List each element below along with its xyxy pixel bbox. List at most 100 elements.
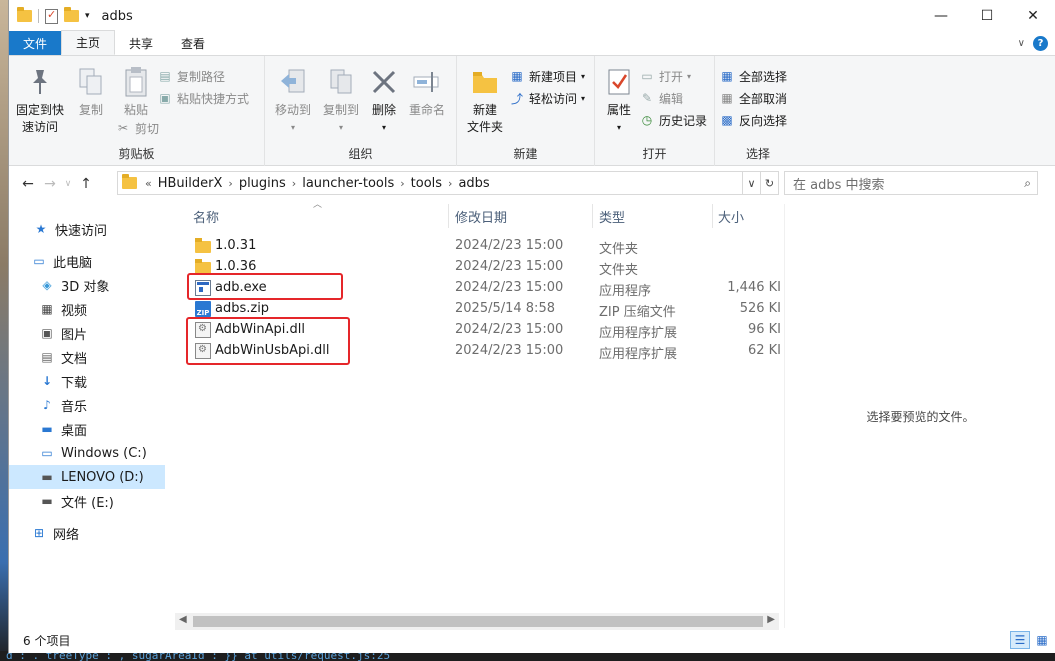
close-button[interactable]: ✕ [1010, 0, 1055, 32]
nav-downloads[interactable]: ↓ 下载 [9, 369, 165, 393]
forward-arrow-icon[interactable]: → [39, 176, 61, 192]
folder-icon [195, 238, 211, 253]
history-button[interactable]: ◷ 历史记录 [639, 110, 707, 130]
tab-share[interactable]: 共享 [115, 31, 167, 55]
nav-pictures[interactable]: ▣ 图片 [9, 321, 165, 345]
column-header-name[interactable]: 名称 [193, 204, 219, 228]
zip-file-icon: ZIP [195, 301, 211, 317]
quick-access-toolbar: ▾ [9, 7, 90, 24]
scroll-left-arrow-icon[interactable]: ◀ [179, 614, 187, 625]
nav-this-pc[interactable]: ▭ 此电脑 [9, 249, 165, 273]
details-view-icon[interactable]: ☰ [1010, 631, 1030, 649]
breadcrumb-separator-icon[interactable]: › [400, 177, 404, 190]
tab-home[interactable]: 主页 [61, 30, 116, 55]
search-input[interactable]: 在 adbs 中搜索 [793, 174, 885, 193]
refresh-icon[interactable]: ↻ [761, 171, 779, 195]
select-none-button[interactable]: ▦ 全部取消 [719, 88, 787, 108]
breadcrumb-hbuilderx[interactable]: HBuilderX [158, 176, 223, 191]
status-bar: 6 个项目 ☰ ▦ [9, 628, 1055, 653]
nav-music[interactable]: ♪ 音乐 [9, 393, 165, 417]
large-icons-view-icon[interactable]: ▦ [1032, 631, 1052, 649]
breadcrumb-plugins[interactable]: plugins [239, 176, 286, 191]
easy-access-button[interactable]: ⤴ 轻松访问 ▾ [509, 88, 585, 108]
sort-ascending-icon: ︿ [313, 200, 323, 210]
scroll-right-arrow-icon[interactable]: ▶ [767, 614, 775, 625]
file-row[interactable]: 1.0.31 2024/2/23 15:00 文件夹 [175, 236, 779, 257]
back-arrow-icon[interactable]: ← [17, 176, 39, 192]
navigation-bar: ← → ∨ ↑ « HBuilderX › plugins › launcher… [9, 167, 1055, 201]
breadcrumb-separator-icon[interactable]: › [448, 177, 452, 190]
new-folder-icon[interactable] [64, 7, 79, 22]
pin-icon [24, 66, 56, 98]
nav-quick-access[interactable]: ★ 快速访问 [9, 217, 165, 241]
delete-x-icon [368, 66, 400, 98]
nav-desktop[interactable]: ▬ 桌面 [9, 417, 165, 441]
pictures-icon: ▣ [41, 326, 53, 340]
computer-icon: ▭ [33, 254, 45, 268]
video-film-icon: ▦ [41, 302, 53, 316]
select-group: ▦ 全部选择 ▦ 全部取消 ▩ 反向选择 选择 [715, 56, 801, 166]
address-bar[interactable]: « HBuilderX › plugins › launcher-tools ›… [117, 171, 743, 195]
select-all-button[interactable]: ▦ 全部选择 [719, 66, 787, 86]
select-none-icon: ▦ [721, 91, 733, 105]
breadcrumb-overflow[interactable]: « [145, 177, 152, 190]
preview-placeholder-text: 选择要预览的文件。 [866, 409, 975, 424]
music-note-icon: ♪ [43, 398, 51, 412]
rename-icon [411, 66, 443, 98]
up-arrow-icon[interactable]: ↑ [75, 176, 97, 192]
edit-button[interactable]: ✎ 编辑 [639, 88, 707, 108]
breadcrumb-tools[interactable]: tools [411, 176, 442, 191]
search-box[interactable]: 在 adbs 中搜索 ⌕ [784, 171, 1038, 195]
star-icon: ★ [35, 222, 47, 236]
nav-drive-d[interactable]: ▬ LENOVO (D:) [9, 465, 165, 489]
nav-drive-c[interactable]: ▭ Windows (C:) [9, 441, 165, 465]
open-button[interactable]: ▭ 打开 ▾ [639, 66, 707, 86]
column-header-date[interactable]: 修改日期 [455, 204, 507, 228]
breadcrumb-separator-icon[interactable]: › [228, 177, 232, 190]
document-icon: ▤ [41, 350, 53, 364]
history-icon: ◷ [641, 113, 653, 127]
column-header-type[interactable]: 类型 [599, 204, 625, 228]
address-dropdown-icon[interactable]: ∨ [743, 171, 761, 195]
expand-ribbon-icon[interactable]: ∨ [1018, 38, 1025, 49]
paste-shortcut-button[interactable]: ▣ 粘贴快捷方式 [157, 88, 249, 108]
new-folder-big-icon [469, 66, 501, 98]
invert-selection-button[interactable]: ▩ 反向选择 [719, 110, 787, 130]
cut-button[interactable]: ✂ 剪切 [115, 118, 159, 138]
file-list: ︿ 名称 修改日期 类型 大小 1.0.31 2024/2/23 15:00 文… [175, 200, 781, 628]
nav-videos[interactable]: ▦ 视频 [9, 297, 165, 321]
customize-toolbar-dropdown-icon[interactable]: ▾ [85, 11, 90, 21]
clipboard-group-label: 剪贴板 [118, 147, 155, 161]
recent-locations-chevron-icon[interactable]: ∨ [61, 179, 75, 189]
file-explorer-window: ▾ adbs — ☐ ✕ 文件 主页 共享 查看 ∨ ? 固定到快 速访问 [8, 0, 1055, 653]
copy-path-button[interactable]: ▤ 复制路径 [157, 66, 249, 86]
new-group-label: 新建 [513, 147, 538, 161]
select-group-label: 选择 [745, 147, 770, 161]
tab-view[interactable]: 查看 [167, 31, 219, 55]
help-icon[interactable]: ? [1033, 35, 1048, 51]
tab-file[interactable]: 文件 [9, 31, 62, 55]
nav-3d-objects[interactable]: ◈ 3D 对象 [9, 273, 165, 297]
nav-documents[interactable]: ▤ 文档 [9, 345, 165, 369]
desktop-icon: ▬ [41, 422, 53, 436]
maximize-button[interactable]: ☐ [964, 0, 1010, 32]
paste-icon [120, 66, 152, 98]
open-group-label: 打开 [642, 147, 667, 161]
breadcrumb-separator-icon[interactable]: › [292, 177, 296, 190]
minimize-button[interactable]: — [918, 0, 964, 32]
scrollbar-thumb[interactable] [193, 616, 763, 627]
nav-drive-e[interactable]: ▬ 文件 (E:) [9, 489, 165, 513]
breadcrumb-launcher-tools[interactable]: launcher-tools [302, 176, 394, 191]
scissors-icon: ✂ [117, 121, 129, 135]
move-to-icon [277, 66, 309, 98]
new-item-button[interactable]: ▦ 新建项目 ▾ [509, 66, 585, 86]
drive-icon: ▬ [41, 494, 53, 508]
properties-icon[interactable] [45, 8, 58, 24]
column-header-size[interactable]: 大小 [718, 204, 744, 228]
breadcrumb-adbs[interactable]: adbs [458, 176, 489, 191]
nav-network[interactable]: ⊞ 网络 [9, 521, 165, 545]
select-all-icon: ▦ [721, 69, 733, 83]
edit-icon: ✎ [641, 91, 653, 105]
desktop-background [0, 0, 8, 661]
search-icon[interactable]: ⌕ [1024, 176, 1031, 191]
